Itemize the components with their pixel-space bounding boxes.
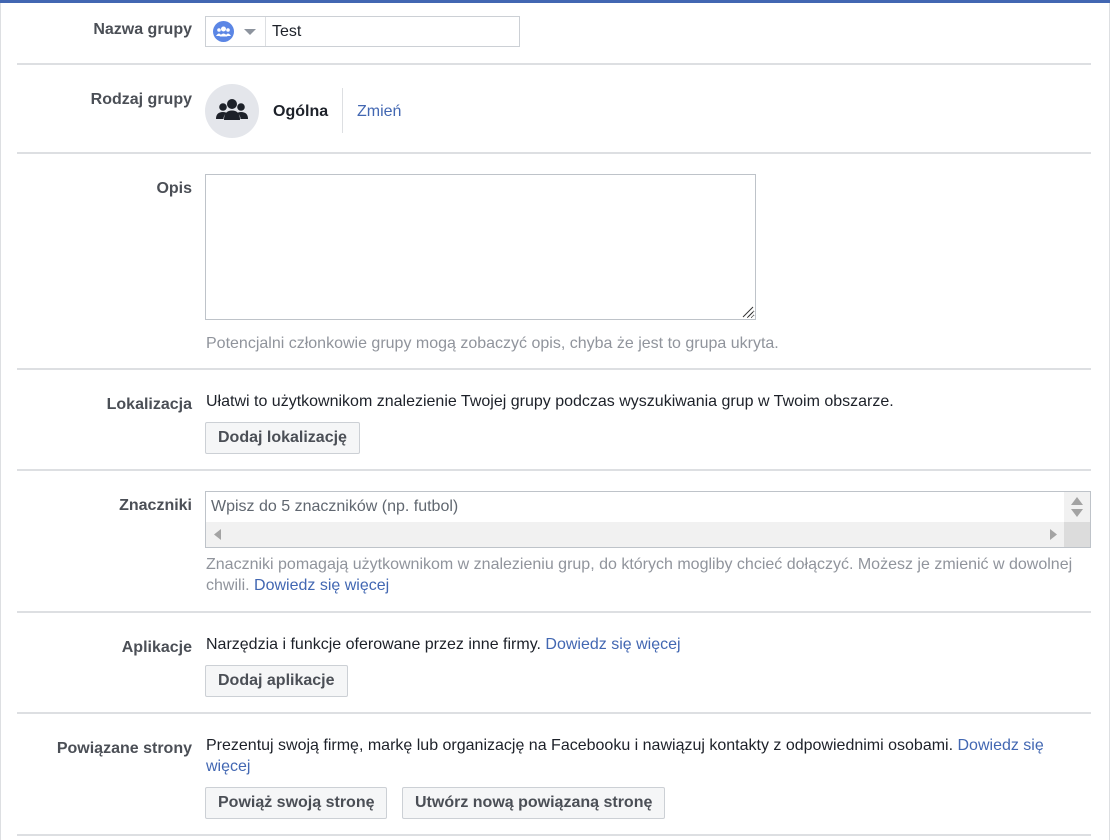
tags-field [205,491,1091,548]
divider [17,611,1091,613]
divider [17,712,1091,714]
divider [17,469,1091,471]
group-icon-selector[interactable] [206,17,266,46]
left-border [0,3,1,840]
scrollbar-corner [1064,522,1090,547]
tags-label: Znaczniki [119,497,192,514]
tags-learn-more-link[interactable]: Dowiedz się więcej [254,577,389,594]
link-page-button[interactable]: Powiąż swoją stronę [205,787,388,819]
divider-vertical [342,88,343,133]
scroll-left-icon[interactable] [214,529,222,540]
divider [17,834,1091,836]
apps-description: Narzędzia i funkcje oferowane przez inne… [206,634,681,655]
apps-learn-more-link[interactable]: Dowiedz się więcej [545,636,680,653]
create-linked-page-button[interactable]: Utwórz nową powiązaną stronę [402,787,666,819]
group-type-value: Ogólna [273,103,329,120]
horizontal-scrollbar[interactable] [206,522,1064,547]
top-accent-bar [0,0,1110,3]
add-location-button[interactable]: Dodaj lokalizację [205,422,360,454]
description-textarea[interactable] [205,174,756,320]
resize-grip-icon[interactable] [738,302,754,318]
scroll-right-icon[interactable] [1049,529,1057,540]
divider [17,152,1091,154]
apps-label: Aplikacje [121,639,192,656]
linked-pages-learn-more-link-cont[interactable]: więcej [206,756,250,777]
people-icon [205,84,259,138]
group-icon [213,21,234,42]
linked-pages-label: Powiązane strony [56,740,192,757]
tags-help-line-1: Znaczniki pomagają użytkownikom w znalez… [206,556,1073,573]
scroll-down-icon[interactable] [1071,509,1083,517]
add-apps-button[interactable]: Dodaj aplikacje [205,665,348,697]
group-name-field [205,16,520,47]
tags-help-text: chwili. [206,577,250,594]
group-name-input[interactable] [272,21,512,42]
location-description: Ułatwi to użytkownikom znalezienie Twoje… [206,393,894,410]
location-label: Lokalizacja [106,396,192,413]
group-type-label: Rodzaj grupy [90,91,192,108]
caret-down-icon [244,29,256,35]
apps-text: Narzędzia i funkcje oferowane przez inne… [206,636,541,653]
linked-pages-description: Prezentuj swoją firmę, markę lub organiz… [206,735,1044,756]
divider [17,63,1091,65]
description-label: Opis [156,180,192,197]
linked-pages-learn-more-link[interactable]: Dowiedz się [958,737,1044,754]
scroll-up-icon[interactable] [1071,497,1083,505]
description-help-text: Potencjalni członkowie grupy mogą zobacz… [206,335,779,352]
change-group-type-link[interactable]: Zmień [357,101,401,122]
tags-input[interactable] [206,492,1066,522]
divider [17,368,1091,370]
group-name-label: Nazwa grupy [93,21,192,38]
tags-help-line-2: chwili. Dowiedz się więcej [206,575,389,596]
linked-pages-text: Prezentuj swoją firmę, markę lub organiz… [206,737,954,754]
